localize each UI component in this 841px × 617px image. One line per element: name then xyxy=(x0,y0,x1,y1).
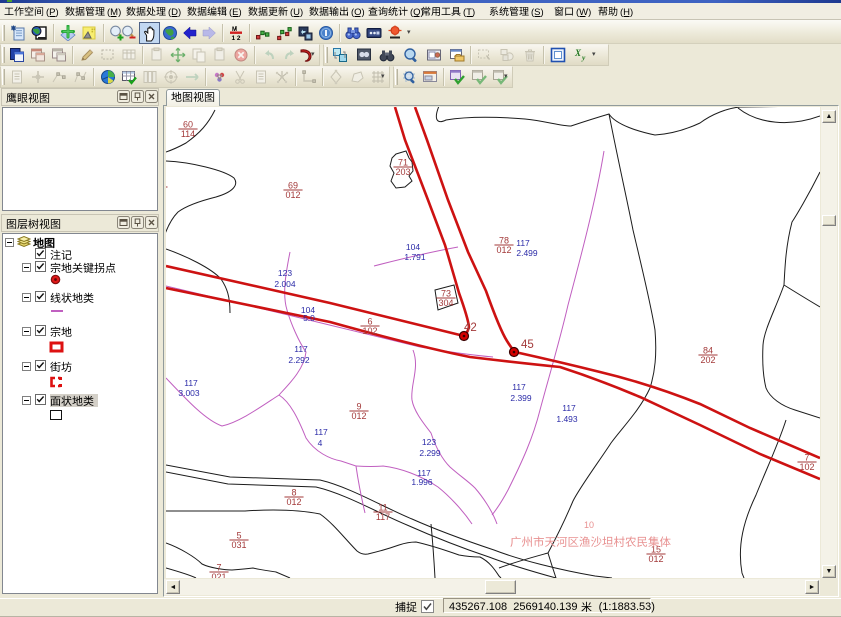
svg-text:2.299: 2.299 xyxy=(419,448,441,458)
svg-text:123: 123 xyxy=(278,268,292,278)
svg-text:7: 7 xyxy=(216,563,221,573)
svg-text:104: 104 xyxy=(406,242,420,252)
svg-text:2.399: 2.399 xyxy=(510,393,532,403)
svg-text:71: 71 xyxy=(398,158,408,168)
svg-text:117: 117 xyxy=(376,512,390,522)
svg-text:012: 012 xyxy=(648,554,663,564)
svg-text:1.791: 1.791 xyxy=(404,252,426,262)
svg-text:73: 73 xyxy=(441,289,451,299)
svg-text:031: 031 xyxy=(231,540,246,550)
svg-text:2.004: 2.004 xyxy=(274,279,296,289)
svg-text:15: 15 xyxy=(651,545,661,555)
svg-text:1 2: 1 2 xyxy=(232,35,241,41)
svg-text:5.0: 5.0 xyxy=(303,313,315,323)
svg-text:9: 9 xyxy=(356,402,361,412)
svg-text:84: 84 xyxy=(703,346,713,356)
svg-text:117: 117 xyxy=(294,344,308,354)
svg-text:123: 123 xyxy=(422,437,436,447)
svg-text:114: 114 xyxy=(181,129,195,139)
svg-text:69: 69 xyxy=(288,181,298,191)
svg-text:2.499: 2.499 xyxy=(516,248,538,258)
svg-text:11: 11 xyxy=(378,503,387,513)
svg-text:78: 78 xyxy=(499,236,509,246)
svg-text:117: 117 xyxy=(562,403,576,413)
svg-text:6: 6 xyxy=(367,317,372,327)
svg-text:304: 304 xyxy=(438,298,453,308)
svg-text:203: 203 xyxy=(395,167,410,177)
svg-text:2.292: 2.292 xyxy=(288,355,310,365)
svg-text:5: 5 xyxy=(236,531,241,541)
svg-text:1.996: 1.996 xyxy=(411,477,433,487)
svg-text:117: 117 xyxy=(184,378,198,388)
svg-text:45: 45 xyxy=(521,339,534,351)
svg-text:60: 60 xyxy=(183,120,193,130)
svg-text:y: y xyxy=(581,53,586,62)
svg-text:7: 7 xyxy=(804,453,809,463)
svg-text:117: 117 xyxy=(314,427,328,437)
svg-text:021: 021 xyxy=(211,572,226,578)
svg-text:012: 012 xyxy=(496,245,511,255)
svg-text:8: 8 xyxy=(291,488,296,498)
svg-text:102: 102 xyxy=(799,462,814,472)
svg-text:4: 4 xyxy=(318,438,323,448)
svg-text:012: 012 xyxy=(351,411,366,421)
svg-text:42: 42 xyxy=(464,322,477,334)
svg-text:1.493: 1.493 xyxy=(556,414,578,424)
svg-text:10: 10 xyxy=(584,520,594,530)
svg-text:202: 202 xyxy=(700,355,715,365)
svg-text:012: 012 xyxy=(286,497,301,507)
svg-text:3.003: 3.003 xyxy=(178,388,200,398)
svg-text:012: 012 xyxy=(285,190,300,200)
svg-text:X: X xyxy=(574,48,582,58)
svg-text:117: 117 xyxy=(516,238,530,248)
svg-text:102: 102 xyxy=(362,326,377,336)
svg-text:117: 117 xyxy=(512,382,526,392)
